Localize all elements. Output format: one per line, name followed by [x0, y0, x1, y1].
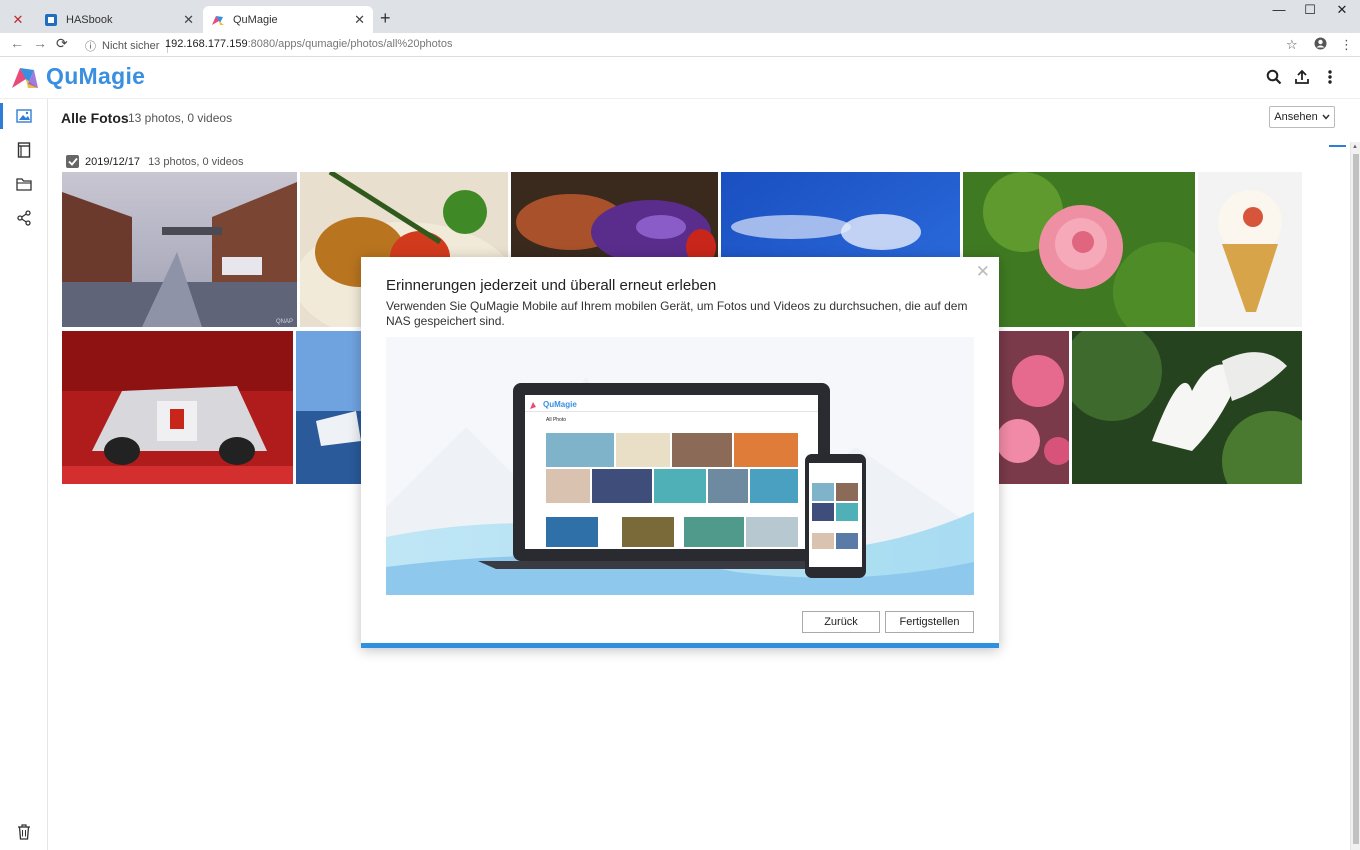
security-indicator[interactable]: ⓘ Nicht sicher — [85, 38, 174, 54]
sidebar — [0, 99, 48, 850]
trash-icon — [18, 824, 30, 840]
browser-tab-hasbook[interactable]: HASbook ✕ — [36, 6, 202, 33]
laptop-logo-text: QuMagie — [543, 400, 577, 409]
address-bar: ← → ⟳ ⓘ Nicht sicher 192.168.177.159:808… — [0, 33, 1360, 57]
sidebar-item-folders[interactable] — [0, 167, 48, 201]
app-header: QuMagie — [0, 57, 1360, 99]
devices-illustration: QuMagie All Photo — [386, 337, 974, 595]
search-icon[interactable] — [1266, 69, 1284, 87]
group-select-checkbox[interactable] — [66, 155, 79, 168]
photo-race-car — [62, 331, 293, 484]
close-icon[interactable]: ✕ — [976, 262, 990, 282]
close-window-button[interactable]: ✕ — [1325, 2, 1359, 22]
phone-icon — [805, 454, 866, 578]
hasbook-icon — [44, 13, 58, 27]
dialog-title: Erinnerungen jederzeit und überall erneu… — [386, 277, 717, 294]
qumagie-icon — [211, 13, 225, 27]
browser-tab-pinned[interactable]: ✕ — [0, 6, 36, 33]
x-logo-icon: ✕ — [12, 11, 24, 27]
browser-menu-icon[interactable]: ⋮ — [1340, 37, 1353, 53]
scroll-up-icon[interactable]: ▲ — [1352, 144, 1358, 150]
photo-harbor-warehouses — [62, 172, 297, 327]
security-label: Nicht sicher — [102, 40, 160, 52]
sidebar-item-trash[interactable] — [0, 815, 48, 849]
photo-pink-blossoms — [998, 331, 1069, 484]
photo-tile[interactable]: QNAP — [62, 172, 297, 327]
chevron-down-icon — [1322, 114, 1330, 120]
close-tab-icon[interactable]: ✕ — [354, 12, 365, 28]
info-icon: ⓘ — [85, 41, 96, 53]
qumagie-logo-icon — [12, 67, 38, 88]
app-logo-text: QuMagie — [46, 63, 146, 89]
browser-tab-qumagie[interactable]: QuMagie ✕ — [203, 6, 373, 33]
close-tab-icon[interactable]: ✕ — [183, 12, 194, 28]
back-button[interactable]: Zurück — [802, 611, 880, 633]
new-tab-button[interactable]: + — [380, 8, 391, 29]
url-field[interactable]: 192.168.177.159:8080/apps/qumagie/photos… — [165, 38, 452, 50]
mobile-app-promo-dialog: ✕ Erinnerungen jederzeit und überall ern… — [361, 257, 999, 648]
profile-icon[interactable] — [1314, 37, 1327, 53]
album-icon — [17, 142, 31, 158]
image-icon — [16, 109, 32, 123]
photo-tile[interactable] — [998, 331, 1069, 484]
bookmark-star-icon[interactable]: ☆ — [1286, 37, 1298, 53]
folder-icon — [16, 178, 32, 191]
photo-tile[interactable] — [1072, 331, 1302, 484]
share-icon — [17, 210, 31, 226]
maximize-button[interactable]: ☐ — [1293, 2, 1327, 22]
checkmark-icon — [67, 157, 78, 166]
scroll-position-marker — [1329, 145, 1346, 147]
browser-tab-strip: ✕ HASbook ✕ QuMagie ✕ + — ☐ ✕ — [0, 0, 1360, 33]
url-host: 192.168.177.159 — [165, 38, 248, 50]
view-dropdown-button[interactable]: Ansehen — [1269, 106, 1335, 128]
upload-icon[interactable] — [1294, 69, 1312, 87]
url-path: :8080/apps/qumagie/photos/all%20photos — [247, 38, 453, 50]
scroll-thumb[interactable] — [1353, 154, 1359, 844]
sidebar-item-photos[interactable] — [0, 99, 48, 133]
page-title: Alle Fotos — [61, 110, 129, 126]
date-group-header: 2019/12/17 13 photos, 0 videos — [66, 155, 243, 168]
view-dropdown-label: Ansehen — [1274, 111, 1318, 123]
group-date: 2019/12/17 — [85, 155, 141, 168]
photo-tile[interactable] — [62, 331, 293, 484]
scrollbar[interactable]: ▲ — [1350, 142, 1360, 850]
group-count: 13 photos, 0 videos — [148, 155, 244, 168]
photo-tile[interactable] — [296, 331, 361, 484]
more-options-icon[interactable] — [1322, 69, 1340, 87]
app-logo[interactable]: QuMagie — [10, 63, 145, 90]
sidebar-item-albums[interactable] — [0, 133, 48, 167]
dialog-description: Verwenden Sie QuMagie Mobile auf Ihrem m… — [386, 299, 968, 328]
photo-tile[interactable] — [1198, 172, 1302, 327]
reload-icon[interactable]: ⟳ — [56, 35, 68, 52]
tab-label: QuMagie — [233, 13, 278, 26]
photo-harbor-boats — [296, 331, 361, 484]
page-count: 13 photos, 0 videos — [128, 111, 233, 125]
photo-white-cyclamen — [1072, 331, 1302, 484]
photo-ice-cream — [1198, 172, 1302, 327]
finish-button[interactable]: Fertigstellen — [885, 611, 974, 633]
sidebar-item-shared[interactable] — [0, 201, 48, 235]
forward-icon[interactable]: → — [33, 35, 47, 51]
tab-label: HASbook — [66, 13, 113, 26]
dialog-progress-bar — [361, 643, 999, 648]
laptop-heading-text: All Photo — [546, 417, 566, 423]
minimize-button[interactable]: — — [1262, 2, 1296, 22]
back-icon[interactable]: ← — [10, 35, 24, 51]
